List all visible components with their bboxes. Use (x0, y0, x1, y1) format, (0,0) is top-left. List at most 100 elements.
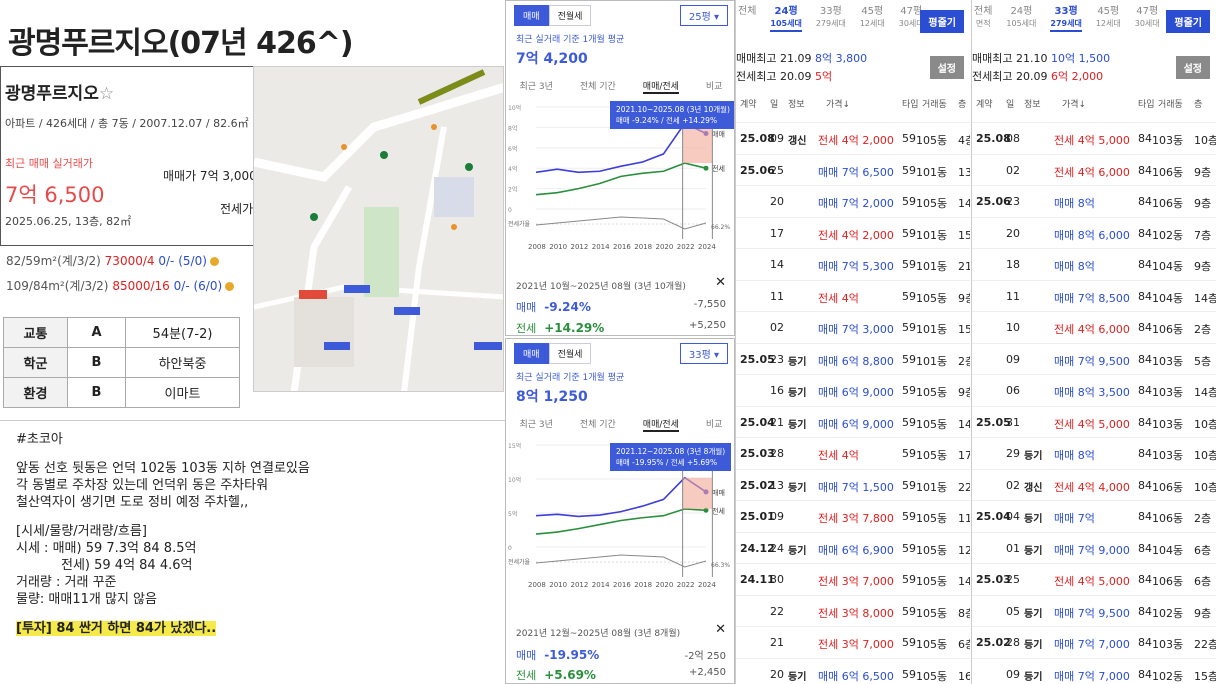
cell: 101동 (916, 323, 948, 336)
range-text: 2021년 12월~2025년 08월 (3년 8개월) (516, 629, 681, 639)
cell: 22층 (958, 480, 970, 494)
column-header[interactable]: 정보 (1024, 97, 1041, 110)
table-row[interactable]: 09 등기 매매 7억 7,000 84 102동 15층 (972, 657, 1216, 684)
period-all[interactable]: 전체 기간 (580, 417, 616, 432)
table-row[interactable]: 21 전세 3억 7,000 59105동 6층 (736, 626, 970, 657)
settings-button[interactable]: 설정 (929, 56, 964, 79)
area-tab[interactable]: 47평 30세대 (1135, 6, 1160, 32)
period-3y[interactable]: 최근 3년 (519, 417, 552, 432)
table-row[interactable]: 06 매매 8억 3,500 84 103동 14층 (972, 374, 1216, 405)
table-row[interactable]: 14 매매 7억 5,300 59101동 21층 (736, 248, 970, 279)
table-row[interactable]: 09 매매 7억 9,500 84 103동 5층 (972, 342, 1216, 374)
table-row[interactable]: 20 등기 매매 6억 6,500 59105동 16층 (736, 657, 970, 684)
column-header[interactable]: 타입 (902, 97, 919, 110)
area-tab[interactable]: 전체 (738, 6, 756, 32)
table-row[interactable]: 02 전세 4억 6,000 84 106동 9층 (972, 153, 1216, 185)
filter-button[interactable]: 평줄기 (920, 10, 964, 33)
table-row[interactable]: 25.0328전세 4억59105동17층 (736, 437, 970, 468)
table-row[interactable]: 25.06 23 매매 8억 84 106동 9층 (972, 185, 1216, 216)
table-row[interactable]: 20 매매 7억 2,000 59105동 14층 (736, 185, 970, 216)
x-tick-label: 2014 (592, 243, 610, 251)
column-header[interactable]: 계약 (740, 97, 757, 110)
table-row: 학군 B 하안북중 (3, 347, 240, 378)
table-row[interactable]: 02 갱신 전세 4억 4,000 84 106동 10층 (972, 468, 1216, 500)
table-row[interactable]: 02 매매 7억 3,000 59101동 15층 (736, 311, 970, 342)
table-row[interactable]: 16 등기 매매 6억 9,000 59105동 9층 (736, 374, 970, 405)
table-row[interactable]: 10 전세 4억 6,000 84 106동 2층 (972, 311, 1216, 342)
table-row[interactable]: 25.03 25 전세 4억 5,000 84 106동 6층 (972, 563, 1216, 594)
memo-tag: #초코아 (16, 432, 63, 447)
cell: 59 (902, 163, 916, 177)
table-row[interactable]: 25.0809갱신전세 4억 2,00059105동4층 (736, 122, 970, 153)
tab-rent[interactable]: 전월세 (548, 5, 592, 26)
table-row[interactable]: 24.1224등기매매 6억 6,90059105동12층 (736, 531, 970, 563)
location-map[interactable] (253, 66, 504, 392)
period-3y[interactable]: 최근 3년 (519, 79, 552, 94)
period-vs[interactable]: 비교 (706, 79, 723, 94)
area-tab[interactable]: 24평 105세대 (1006, 6, 1036, 32)
table-row[interactable]: 25.0625매매 7억 6,50059101동13층 (736, 153, 970, 185)
cell: 9층 (958, 291, 970, 305)
column-header[interactable]: 타입 (1138, 97, 1155, 110)
table-row[interactable]: 25.0109전세 3억 7,80059105동11층 (736, 500, 970, 531)
table-row[interactable]: 25.02 28 등기 매매 7억 7,000 84 103동 22층 (972, 626, 1216, 657)
close-icon[interactable]: ✕ (715, 622, 726, 637)
cell: 84 (1138, 415, 1152, 429)
column-header[interactable]: 계약 (976, 97, 993, 110)
table-row[interactable]: 25.0213등기매매 7억 1,50059101동22층 (736, 468, 970, 500)
column-header[interactable]: 일 (1006, 97, 1014, 110)
table-row[interactable]: 11 전세 4억 59105동 9층 (736, 279, 970, 311)
column-header[interactable]: 가격↓ (1062, 97, 1086, 110)
table-row[interactable]: 25.0421등기매매 6억 9,00059105동14층 (736, 405, 970, 437)
area-tab[interactable]: 45평 12세대 (1096, 6, 1121, 32)
column-header[interactable]: 층 (1194, 97, 1202, 110)
status-dot-icon (209, 257, 219, 266)
column-header[interactable]: 층 (958, 97, 966, 110)
table-row[interactable]: 25.05 31 전세 4억 5,000 84 103동 10층 (972, 405, 1216, 437)
cell: 105동 (916, 291, 948, 305)
chart-panel-25: 매매 전월세 25평 ▾ 최근 실거래 기준 1개월 평균 7억 4,200 최근… (505, 0, 735, 336)
tab-sale[interactable]: 매매 (514, 343, 549, 364)
table-row[interactable]: 24.1130전세 3억 7,00059105동14층 (736, 563, 970, 594)
table-row[interactable]: 25.04 04 등기 매매 7억 84 106동 2층 (972, 500, 1216, 531)
table-row[interactable]: 20 매매 8억 6,000 84 102동 7층 (972, 216, 1216, 248)
table-row[interactable]: 22 전세 3억 8,000 59105동 8층 (736, 594, 970, 626)
period-compare[interactable]: 매매/전세 (642, 79, 679, 94)
table-row[interactable]: 01 등기 매매 7억 9,000 84 104동 6층 (972, 531, 1216, 563)
table-row[interactable]: 25.08 08 전세 4억 5,000 84 103동 10층 (972, 122, 1216, 153)
memo-supply: 물량: 매매11개 많지 않음 (16, 592, 157, 607)
table-row[interactable]: 05 등기 매매 7억 9,500 84 102동 9층 (972, 594, 1216, 626)
tab-sale[interactable]: 매매 (514, 5, 549, 26)
table-row[interactable]: 18 매매 8억 84 104동 9층 (972, 248, 1216, 279)
column-header[interactable]: 가격↓ (826, 97, 850, 110)
period-compare[interactable]: 매매/전세 (642, 417, 679, 432)
column-header[interactable]: 일 (770, 97, 778, 110)
size-select[interactable]: 25평 ▾ (679, 5, 728, 26)
table-row[interactable]: 25.0523등기매매 6억 8,80059101동2층 (736, 342, 970, 374)
settings-button[interactable]: 설정 (1175, 56, 1210, 79)
ratio-line (535, 554, 707, 568)
column-header[interactable]: 거래동 (922, 97, 947, 110)
table-row[interactable]: 29 등기 매매 8억 84 103동 10층 (972, 437, 1216, 468)
filter-button[interactable]: 평줄기 (1166, 10, 1210, 33)
tab-rent[interactable]: 전월세 (548, 343, 592, 364)
cell: 105동 (916, 386, 948, 399)
table-row[interactable]: 11 매매 7억 8,500 84 104동 14층 (972, 279, 1216, 311)
area-tab[interactable]: 45평 12세대 (860, 6, 885, 32)
area-tab[interactable]: 전체 면적 (974, 6, 992, 32)
column-header[interactable]: 정보 (788, 97, 805, 110)
period-all[interactable]: 전체 기간 (580, 79, 616, 94)
area-tab[interactable]: 24평 105세대 (770, 6, 802, 32)
table-row[interactable]: 17 전세 4억 2,000 59101동 15층 (736, 216, 970, 248)
cell: 84 (1138, 132, 1152, 145)
memo-line: 앞동 선호 뒷동은 언덕 102동 103동 지하 연결로있음 (16, 461, 310, 476)
close-icon[interactable]: ✕ (715, 275, 726, 290)
y-tick-label: 15억 (508, 442, 521, 450)
area-tab[interactable]: 33평 279세대 (1050, 6, 1082, 32)
column-header[interactable]: 거래동 (1158, 97, 1183, 110)
cell: 9층 (958, 386, 970, 399)
size-select[interactable]: 33평 ▾ (679, 343, 728, 364)
favorite-star-icon[interactable]: ☆ (99, 84, 114, 104)
period-vs[interactable]: 비교 (706, 417, 723, 432)
area-tab[interactable]: 33평 279세대 (816, 6, 846, 32)
